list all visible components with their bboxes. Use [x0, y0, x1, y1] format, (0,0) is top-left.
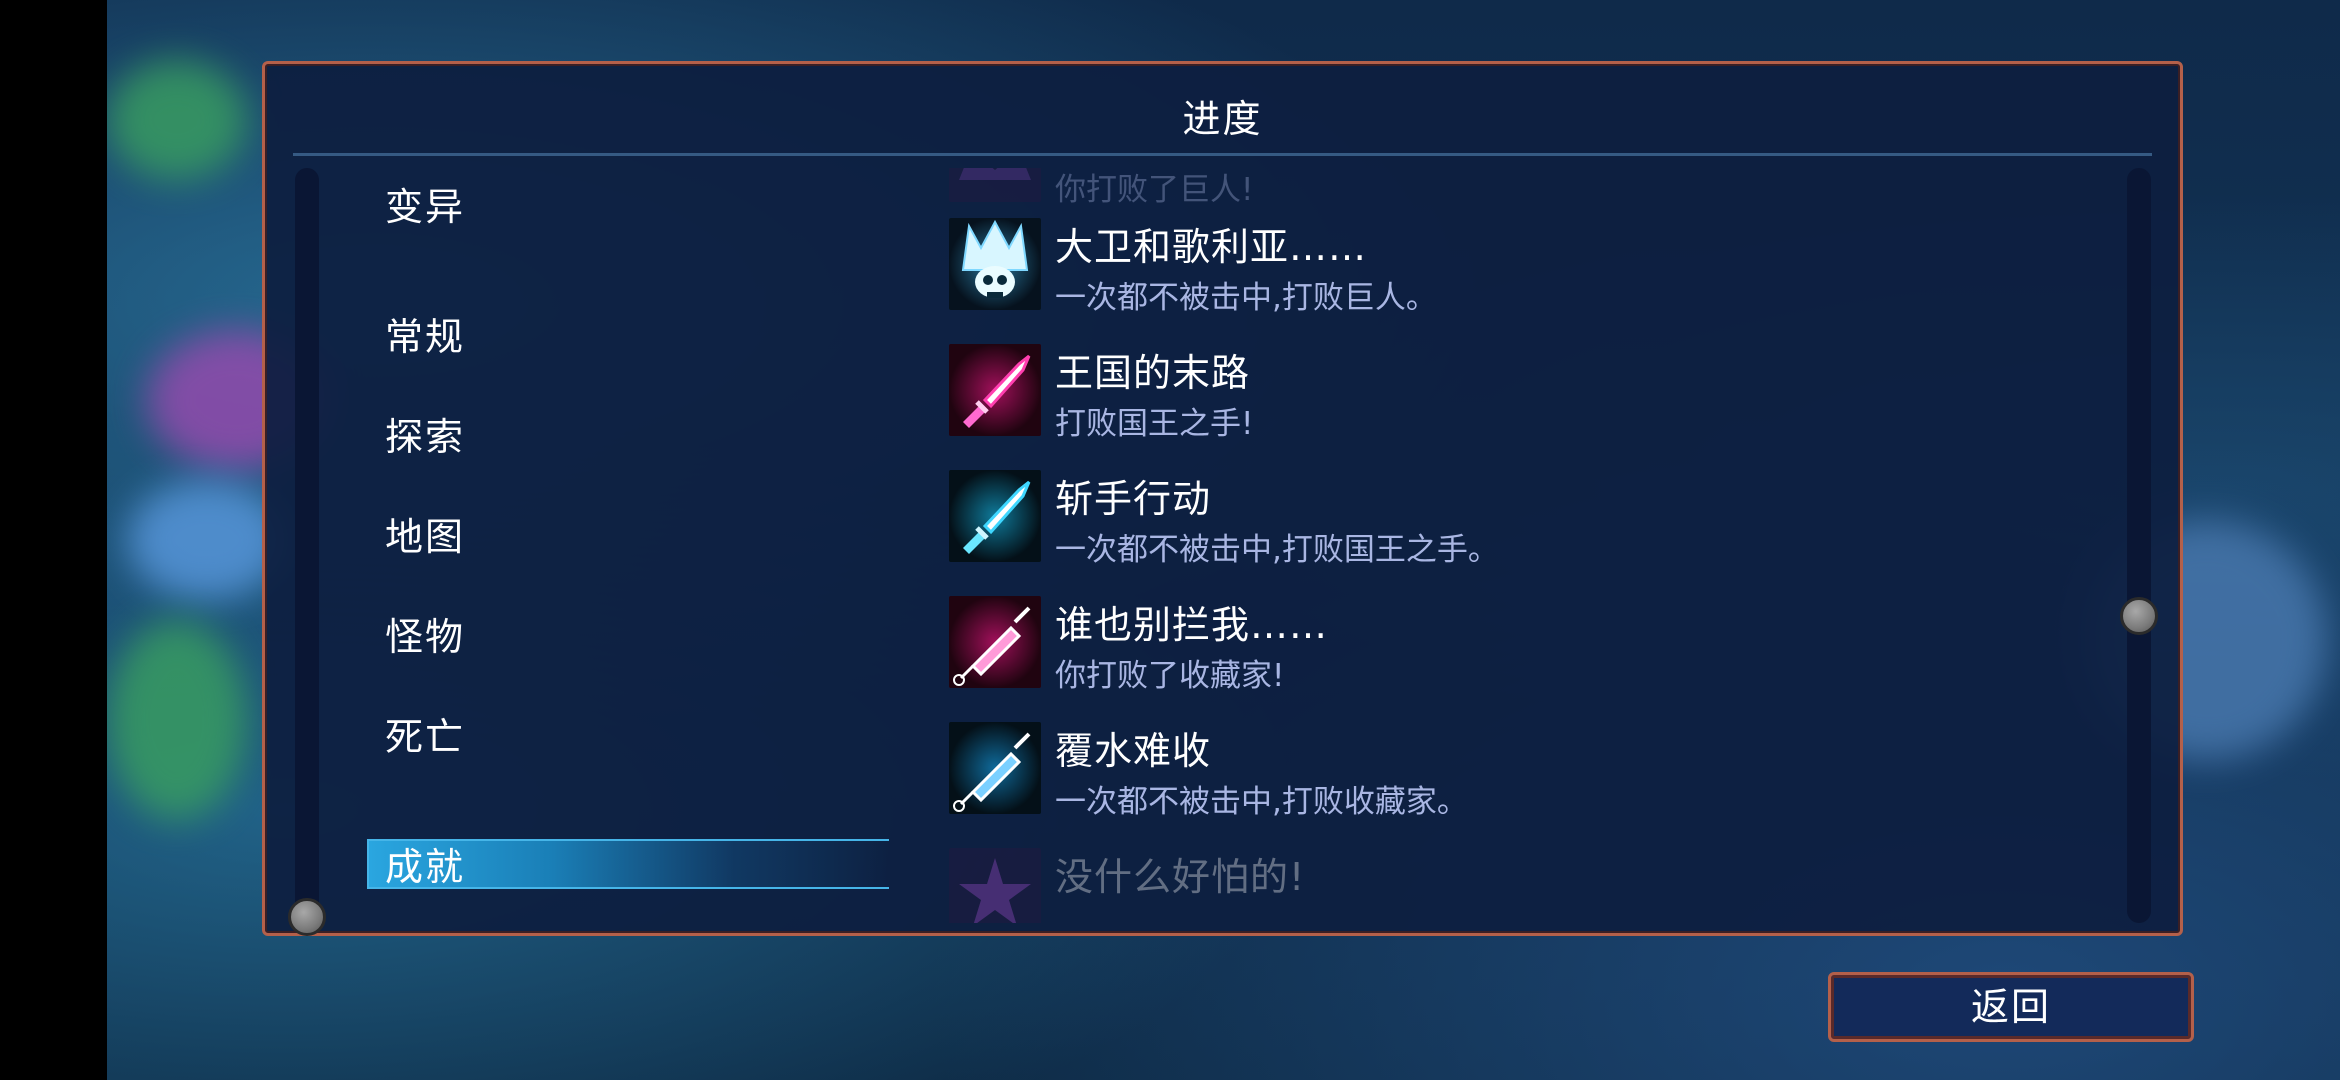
- title-divider: [293, 153, 2152, 156]
- achievement-desc: 一次都不被击中,打败国王之手。: [1055, 532, 1499, 568]
- achievement-title: 没什么好怕的!: [1055, 855, 1306, 899]
- achievement-title: 覆水难收: [1055, 729, 1212, 773]
- achievement-title: 谁也别拦我……: [1055, 603, 1329, 647]
- achievement-row[interactable]: 没什么好怕的!: [945, 848, 2095, 923]
- category-scroll-knob[interactable]: [288, 898, 326, 936]
- achievement-row[interactable]: 你打败了巨人!: [945, 168, 2095, 220]
- achievement-row[interactable]: 斩手行动 一次都不被击中,打败国王之手。: [945, 470, 2095, 580]
- achievement-desc: 一次都不被击中,打败收藏家。: [1055, 784, 1468, 820]
- blade-icon: [949, 470, 1041, 562]
- progress-panel: 进度 变异 常规 探索 地图 怪物 死亡 成就 你打败了巨人! 大卫和歌利亚………: [262, 61, 2183, 936]
- achievement-desc: 你打败了收藏家!: [1055, 658, 1285, 694]
- achievement-desc: 打败国王之手!: [1055, 406, 1254, 442]
- category-mutations[interactable]: 变异: [385, 176, 465, 231]
- achievement-scrollbar[interactable]: [2127, 168, 2151, 923]
- category-monsters[interactable]: 怪物: [385, 606, 465, 661]
- achievement-desc: 你打败了巨人!: [1055, 172, 1254, 208]
- category-scrollbar[interactable]: [295, 168, 319, 923]
- achievement-desc: 一次都不被击中,打败巨人。: [1055, 280, 1437, 316]
- achievement-list[interactable]: 你打败了巨人! 大卫和歌利亚…… 一次都不被击中,打败巨人。 王国的末路 打败国…: [945, 168, 2095, 923]
- category-deaths[interactable]: 死亡: [385, 706, 465, 761]
- category-exploration[interactable]: 探索: [385, 406, 465, 461]
- skull-crown-icon: [949, 218, 1041, 310]
- syringe-icon: [949, 722, 1041, 814]
- panel-title: 进度: [1182, 97, 1263, 141]
- achievement-row[interactable]: 覆水难收 一次都不被击中,打败收藏家。: [945, 722, 2095, 832]
- category-achievements[interactable]: 成就: [385, 836, 465, 891]
- achievement-title: 王国的末路: [1055, 351, 1251, 395]
- achievement-title: 斩手行动: [1055, 477, 1212, 521]
- blade-icon: [949, 344, 1041, 436]
- star-icon: [949, 848, 1041, 923]
- syringe-icon: [949, 596, 1041, 688]
- crown-icon: [949, 168, 1041, 202]
- letterbox-left: [0, 0, 107, 1080]
- achievement-scroll-knob[interactable]: [2120, 597, 2158, 635]
- achievement-title: 大卫和歌利亚……: [1055, 225, 1368, 269]
- achievement-row[interactable]: 谁也别拦我…… 你打败了收藏家!: [945, 596, 2095, 706]
- achievement-row[interactable]: 大卫和歌利亚…… 一次都不被击中,打败巨人。: [945, 218, 2095, 328]
- back-button[interactable]: 返回: [1828, 972, 2194, 1042]
- achievement-row[interactable]: 王国的末路 打败国王之手!: [945, 344, 2095, 454]
- category-map[interactable]: 地图: [385, 506, 465, 561]
- category-general[interactable]: 常规: [385, 306, 465, 361]
